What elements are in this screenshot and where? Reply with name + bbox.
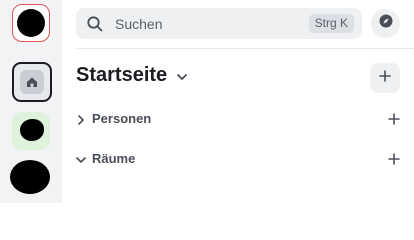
plus-icon — [379, 69, 391, 87]
page-title[interactable]: Startseite — [76, 64, 167, 87]
space-avatar[interactable] — [12, 112, 50, 150]
space-rail — [0, 0, 62, 203]
section-personen[interactable]: Personen — [76, 108, 406, 132]
chevron-down-icon[interactable] — [76, 153, 86, 171]
home-icon — [20, 70, 44, 94]
shortcut-badge: Strg K — [308, 14, 354, 33]
compass-icon — [379, 14, 393, 33]
search-icon — [86, 15, 104, 38]
section-label: Personen — [92, 111, 152, 126]
section-label: Räume — [92, 151, 136, 166]
header-divider — [76, 48, 414, 49]
avatar-image — [10, 160, 50, 194]
search-bar[interactable]: Suchen Strg K — [76, 8, 362, 39]
home-button[interactable] — [12, 62, 52, 102]
avatar-image — [17, 9, 45, 37]
chevron-down-icon[interactable] — [176, 70, 188, 88]
search-label: Suchen — [115, 16, 163, 32]
add-button[interactable] — [370, 63, 400, 93]
section-raeume[interactable]: Räume — [76, 148, 406, 172]
avatar-image — [20, 119, 44, 141]
plus-icon[interactable] — [388, 152, 400, 170]
user-avatar[interactable] — [12, 4, 50, 42]
explore-button[interactable] — [371, 9, 400, 38]
chevron-right-icon[interactable] — [76, 113, 86, 131]
plus-icon[interactable] — [388, 112, 400, 130]
space-avatar[interactable] — [10, 158, 50, 196]
